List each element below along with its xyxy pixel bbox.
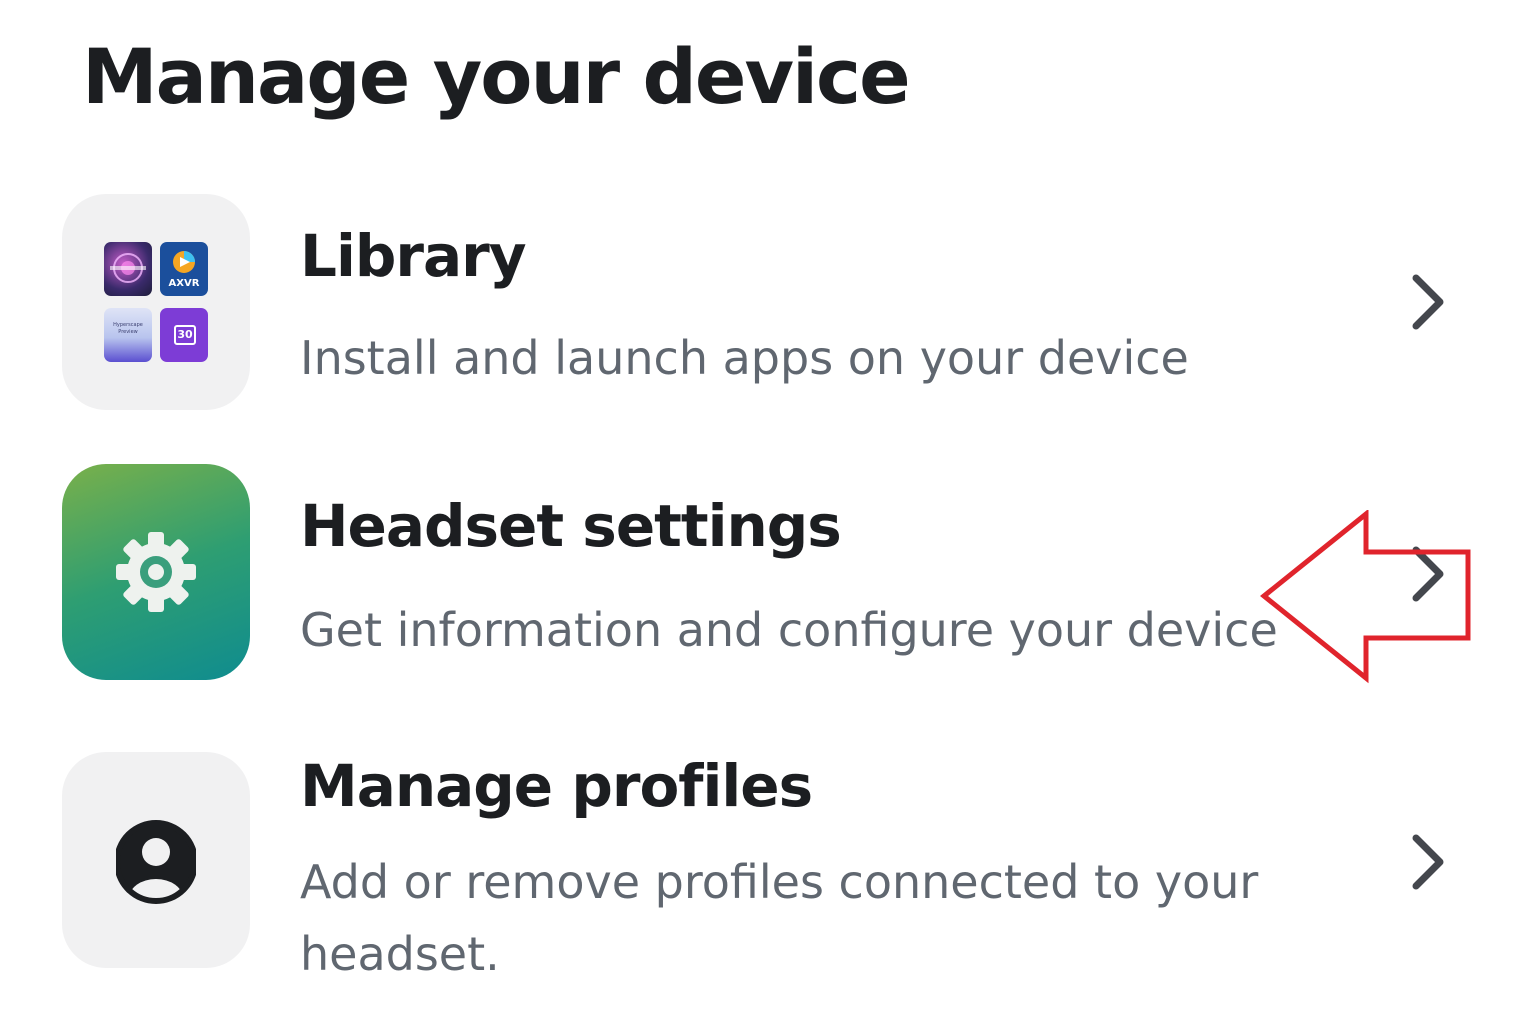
- manage-profiles-description: Add or remove profiles connected to your…: [300, 855, 1259, 981]
- app-label-hyperscape: Hyperscape Preview: [113, 322, 143, 335]
- headset-settings-title: Headset settings: [300, 492, 842, 560]
- headset-settings-tile: [62, 464, 250, 680]
- app-grid-icon: AXVR Hyperscape Preview 30: [104, 242, 210, 364]
- library-title: Library: [300, 222, 527, 290]
- app-label-axvr: AXVR: [168, 278, 200, 289]
- library-description: Install and launch apps on your device: [300, 331, 1189, 385]
- gear-icon: [116, 532, 196, 612]
- headset-settings-description: Get information and configure your devic…: [300, 603, 1278, 657]
- annotation-arrow-icon: [1260, 510, 1471, 684]
- list-item-library[interactable]: AXVR Hyperscape Preview 30 Library Insta…: [0, 194, 1536, 410]
- library-tile: AXVR Hyperscape Preview 30: [62, 194, 250, 410]
- app-thumbnail-1: [104, 242, 152, 296]
- app-thumbnail-axvr: AXVR: [160, 242, 208, 296]
- list-item-manage-profiles[interactable]: Manage profiles Add or remove profiles c…: [0, 752, 1536, 1002]
- app-thumbnail-30: 30: [160, 308, 208, 362]
- page-title: Manage your device: [82, 32, 911, 121]
- person-icon: [116, 820, 196, 904]
- app-label-30: 30: [174, 325, 196, 345]
- manage-profiles-title: Manage profiles: [300, 752, 813, 820]
- chevron-right-icon[interactable]: [1402, 270, 1452, 334]
- chevron-right-icon[interactable]: [1402, 830, 1452, 894]
- manage-profiles-tile: [62, 752, 250, 968]
- app-thumbnail-hyperscape: Hyperscape Preview: [104, 308, 152, 362]
